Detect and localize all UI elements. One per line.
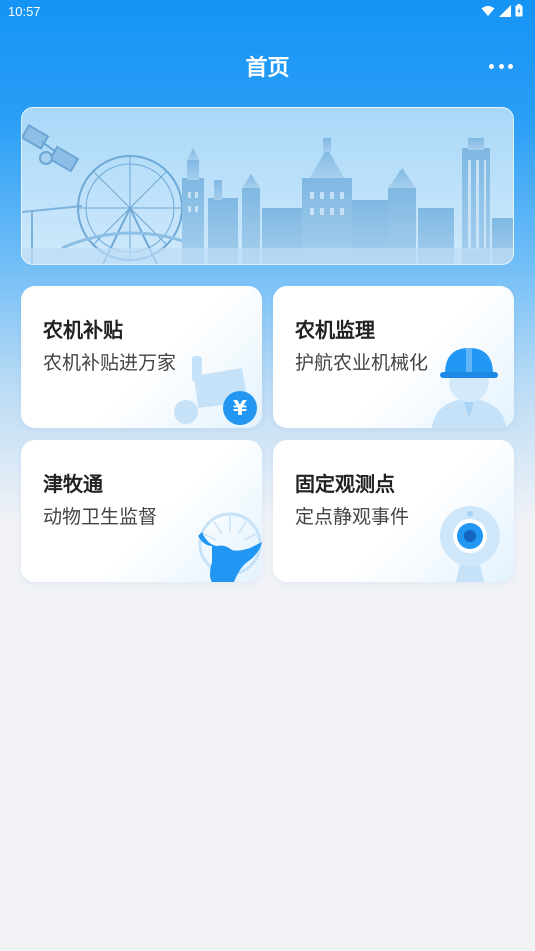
card-title: 固定观测点 <box>295 472 395 496</box>
status-time: 10:57 <box>8 4 41 19</box>
card-subtitle: 动物卫生监督 <box>43 506 158 528</box>
card-subtitle: 护航农业机械化 <box>295 352 429 374</box>
nav-bar: 首页 <box>0 40 535 90</box>
more-dot-icon <box>489 63 494 69</box>
satellite-icon <box>22 124 80 173</box>
more-dot-icon <box>498 63 504 69</box>
city-skyline-illustration <box>22 124 513 264</box>
tractor-icon: ¥ <box>174 356 257 425</box>
card-title: 农机补贴 <box>43 318 123 342</box>
card-title: 津牧通 <box>43 472 103 496</box>
page-title: 首页 <box>245 56 290 81</box>
card-farm-machinery-supervision[interactable]: 农机监理 护航农业机械化 <box>273 286 514 428</box>
card-farm-machinery-subsidy[interactable]: 农机补贴 农机补贴进万家 ¥ <box>21 286 262 428</box>
cellular-signal-icon <box>499 4 511 17</box>
more-dot-icon <box>508 63 513 69</box>
card-fixed-observation-point[interactable]: 固定观测点 定点静观事件 <box>273 440 514 582</box>
card-subtitle: 定点静观事件 <box>295 506 410 528</box>
card-subtitle: 农机补贴进万家 <box>43 352 177 374</box>
status-icons <box>481 4 523 17</box>
svg-text:¥: ¥ <box>233 396 247 420</box>
battery-icon <box>515 4 523 17</box>
wifi-icon <box>481 5 495 16</box>
more-options-button[interactable] <box>489 54 513 78</box>
city-skyline-banner[interactable] <box>21 107 514 265</box>
card-title: 农机监理 <box>295 318 375 342</box>
cattle-icon <box>198 512 262 582</box>
card-jin-mu-tong[interactable]: 津牧通 动物卫生监督 <box>21 440 262 582</box>
webcam-icon <box>440 506 500 582</box>
status-bar: 10:57 <box>0 0 535 24</box>
worker-helmet-icon <box>432 348 506 428</box>
